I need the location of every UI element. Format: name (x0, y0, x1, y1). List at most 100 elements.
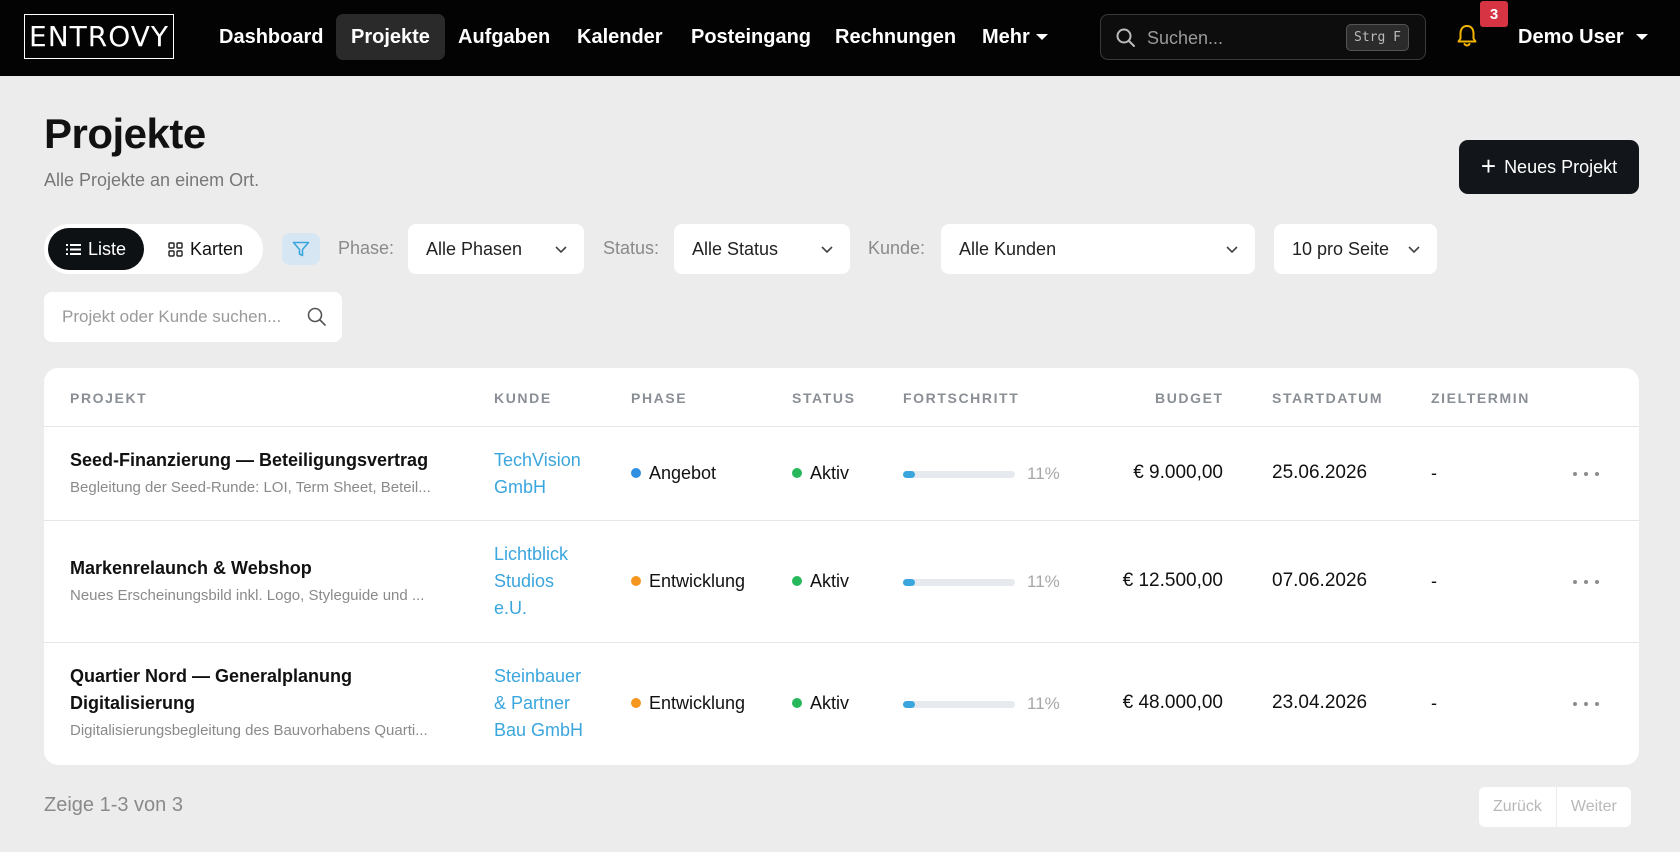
budget-value: € 9.000,00 (1133, 462, 1223, 483)
table-row[interactable]: Markenrelaunch & Webshop Neues Erscheinu… (44, 520, 1639, 642)
column-header-kunde[interactable]: KUNDE (494, 390, 552, 406)
per-page-select[interactable]: 10 pro Seite (1274, 224, 1437, 274)
chevron-down-icon (555, 246, 567, 254)
start-date: 07.06.2026 (1272, 570, 1368, 591)
filter-icon (292, 241, 310, 257)
phase-select-value: Alle Phasen (426, 238, 523, 259)
progress-bar (903, 701, 1015, 708)
page-title: Projekte (44, 110, 206, 157)
page-subtitle: Alle Projekte an einem Ort. (44, 170, 260, 190)
status-cell: Aktiv (792, 571, 849, 592)
column-header-zieltermin[interactable]: ZIELTERMIN (1431, 390, 1530, 406)
grid-icon (168, 241, 183, 257)
progress-bar (903, 579, 1015, 586)
project-name[interactable]: Seed-Finanzierung — Beteiligungsvertrag (70, 447, 428, 474)
chevron-down-icon (1226, 246, 1238, 254)
chevron-down-icon (821, 246, 833, 254)
project-name[interactable]: Quartier Nord — Generalplanung Digitalis… (70, 663, 400, 717)
search-icon (1116, 28, 1135, 47)
client-link[interactable]: Steinbauer & Partner Bau GmbH (494, 663, 589, 744)
prev-page-button[interactable]: Zurück (1479, 787, 1556, 827)
global-search-input[interactable]: Suchen... Strg F (1100, 14, 1426, 60)
row-actions-menu-icon[interactable] (1573, 464, 1599, 484)
status-select[interactable]: Alle Status (674, 224, 850, 274)
project-search-input[interactable]: Projekt oder Kunde suchen... (44, 292, 342, 342)
column-header-startdatum[interactable]: STARTDATUM (1272, 390, 1383, 406)
nav-item-dashboard[interactable]: Dashboard (204, 14, 338, 60)
caret-down-icon (1635, 34, 1648, 40)
search-icon (307, 307, 326, 326)
progress-fill (903, 471, 916, 478)
start-date: 25.06.2026 (1272, 462, 1368, 483)
column-header-projekt[interactable]: PROJEKT (70, 390, 147, 406)
client-link[interactable]: Lichtblick Studios e.U. (494, 541, 584, 622)
brand-logo[interactable]: ENTROVY (24, 14, 174, 59)
phase-dot (631, 576, 641, 587)
view-list-label: Liste (87, 238, 127, 259)
column-header-status[interactable]: STATUS (792, 390, 856, 406)
phase-dot (631, 698, 641, 709)
column-header-fortschritt[interactable]: FORTSCHRITT (903, 390, 1019, 406)
nav-item-kalender[interactable]: Kalender (562, 14, 678, 60)
status-select-value: Alle Status (692, 238, 779, 259)
client-link[interactable]: TechVision GmbH (494, 447, 594, 501)
nav-item-aufgaben[interactable]: Aufgaben (443, 14, 565, 60)
next-page-button[interactable]: Weiter (1555, 787, 1631, 827)
new-project-label: Neues Projekt (1504, 156, 1618, 177)
nav-mehr-label: Mehr (982, 25, 1030, 48)
user-menu[interactable]: Demo User (1518, 14, 1648, 60)
notification-count-badge: 3 (1480, 1, 1508, 27)
client-select-value: Alle Kunden (959, 238, 1057, 259)
new-project-button[interactable]: + Neues Projekt (1459, 140, 1639, 194)
per-page-value: 10 pro Seite (1292, 238, 1390, 259)
status-cell: Aktiv (792, 693, 849, 714)
global-search-placeholder: Suchen... (1147, 28, 1224, 48)
table-row[interactable]: Seed-Finanzierung — Beteiligungsvertrag … (44, 426, 1639, 520)
progress-percent: 11% (1027, 464, 1060, 483)
pagination-controls: Zurück Weiter (1479, 787, 1631, 827)
progress-fill (903, 701, 916, 708)
status-label: Aktiv (810, 571, 850, 591)
nav-item-projekte[interactable]: Projekte (336, 14, 445, 60)
view-list-button[interactable]: Liste (48, 228, 144, 270)
status-label: Aktiv (810, 463, 850, 483)
projects-table: PROJEKT KUNDE PHASE STATUS FORTSCHRITT B… (44, 368, 1639, 765)
status-label: Aktiv (810, 693, 850, 713)
column-header-phase[interactable]: PHASE (631, 390, 687, 406)
filter-toggle-button[interactable] (282, 233, 320, 265)
progress-bar (903, 471, 1015, 478)
row-actions-menu-icon[interactable] (1573, 694, 1599, 714)
bell-icon[interactable] (1456, 24, 1478, 48)
start-date: 23.04.2026 (1272, 692, 1368, 713)
project-search-placeholder: Projekt oder Kunde suchen... (62, 307, 282, 326)
nav-item-mehr[interactable]: Mehr (967, 14, 1063, 60)
progress-percent: 11% (1027, 572, 1060, 591)
status-filter-label: Status: (603, 238, 660, 258)
user-name: Demo User (1518, 25, 1624, 48)
top-navbar: ENTROVY Dashboard Projekte Aufgaben Kale… (0, 0, 1680, 76)
phase-label: Entwicklung (649, 571, 746, 591)
phase-cell: Entwicklung (631, 693, 745, 714)
plus-icon: + (1480, 150, 1497, 181)
caret-down-icon (1035, 34, 1048, 40)
phase-cell: Angebot (631, 463, 716, 484)
client-select[interactable]: Alle Kunden (941, 224, 1255, 274)
status-cell: Aktiv (792, 463, 849, 484)
view-cards-button[interactable]: Karten (152, 228, 259, 270)
phase-label: Angebot (649, 463, 717, 483)
nav-item-posteingang[interactable]: Posteingang (676, 14, 826, 60)
nav-item-rechnungen[interactable]: Rechnungen (820, 14, 971, 60)
pagination-summary: Zeige 1-3 von 3 (44, 794, 183, 816)
budget-value: € 12.500,00 (1122, 570, 1223, 591)
project-name[interactable]: Markenrelaunch & Webshop (70, 555, 312, 582)
phase-select[interactable]: Alle Phasen (408, 224, 584, 274)
row-actions-menu-icon[interactable] (1573, 572, 1599, 592)
chevron-down-icon (1408, 246, 1420, 254)
column-header-budget[interactable]: BUDGET (1155, 390, 1224, 406)
client-filter-label: Kunde: (868, 238, 926, 258)
table-row[interactable]: Quartier Nord — Generalplanung Digitalis… (44, 642, 1639, 765)
project-description: Begleitung der Seed-Runde: LOI, Term She… (70, 479, 431, 496)
deadline-value: - (1431, 571, 1437, 591)
status-dot (792, 576, 802, 587)
phase-dot (631, 468, 641, 479)
